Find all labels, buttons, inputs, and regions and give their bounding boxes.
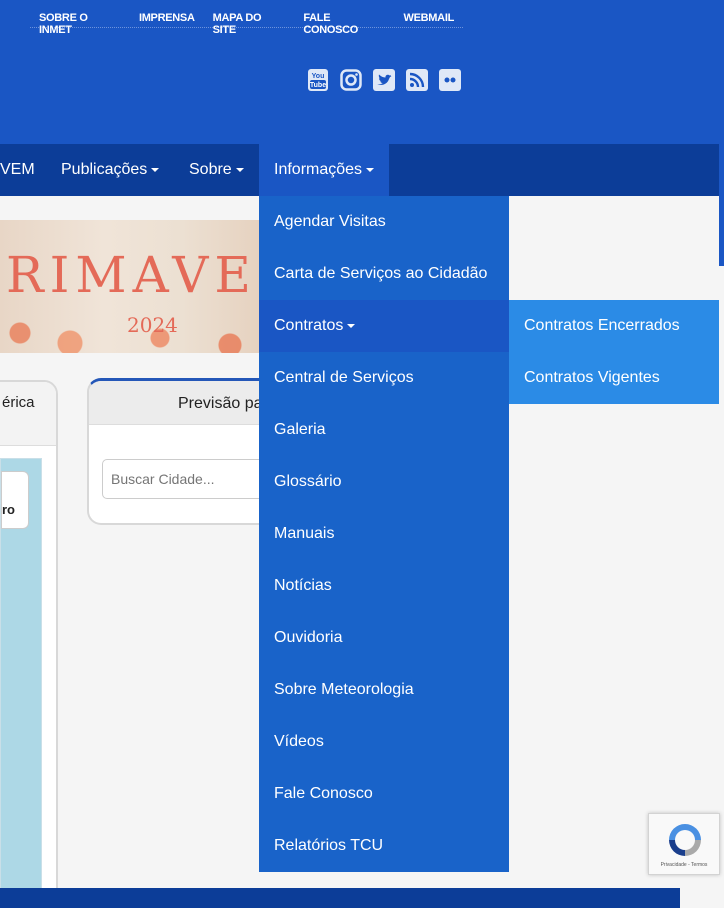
- forecast-card-header: Previsão pa: [89, 381, 285, 425]
- footer-bar: [0, 888, 680, 908]
- menu-item-manuais[interactable]: Manuais: [259, 508, 509, 560]
- menu-item-agendar-visitas[interactable]: Agendar Visitas: [259, 196, 509, 248]
- nav-informacoes[interactable]: Informações: [259, 144, 389, 196]
- nav-item-partial[interactable]: VEM: [0, 144, 35, 196]
- menu-item-central-servicos[interactable]: Central de Serviços: [259, 352, 509, 404]
- forecast-card: Previsão pa: [87, 378, 287, 525]
- banner-year: 2024: [127, 313, 178, 337]
- twitter-icon[interactable]: [373, 69, 395, 91]
- caret-down-icon: [235, 167, 244, 172]
- map-badge[interactable]: ro: [1, 471, 29, 529]
- header-edge: [719, 0, 724, 266]
- map-card-header: érica: [0, 382, 56, 446]
- map-card-title: érica: [2, 394, 35, 411]
- svg-text:Tube: Tube: [310, 82, 326, 89]
- nav-publicacoes[interactable]: Publicações: [61, 144, 160, 196]
- caret-down-icon: [347, 323, 356, 328]
- menu-item-fale-conosco[interactable]: Fale Conosco: [259, 768, 509, 820]
- nav-informacoes-label: Informações: [274, 161, 363, 178]
- nav-sobre-label: Sobre: [189, 161, 232, 178]
- recaptcha-badge[interactable]: Privacidade - Termos: [648, 813, 720, 875]
- nav-publicacoes-label: Publicações: [61, 161, 148, 178]
- flickr-icon[interactable]: [439, 69, 461, 91]
- submenu-item-encerrados[interactable]: Contratos Encerrados: [509, 300, 719, 352]
- banner-title: RIMAVE: [6, 246, 257, 304]
- caret-down-icon: [151, 167, 160, 172]
- top-links: SOBRE O INMET IMPRENSA MAPA DO SITE FALE…: [30, 10, 463, 36]
- top-link-webmail[interactable]: WEBMAIL: [395, 10, 463, 27]
- menu-item-videos[interactable]: Vídeos: [259, 716, 509, 768]
- rss-icon[interactable]: [406, 69, 428, 91]
- main-navbar: VEM Publicações Sobre Informações: [0, 144, 719, 196]
- top-link-fale[interactable]: FALE CONOSCO: [294, 10, 394, 36]
- submenu-item-vigentes[interactable]: Contratos Vigentes: [509, 352, 719, 404]
- season-banner[interactable]: RIMAVE 2024: [0, 220, 259, 353]
- menu-item-contratos-label: Contratos: [274, 317, 344, 334]
- social-icons: You Tube: [307, 69, 461, 91]
- map-badge-label: ro: [2, 502, 15, 517]
- menu-item-sobre-meteorologia[interactable]: Sobre Meteorologia: [259, 664, 509, 716]
- top-link-sobre[interactable]: SOBRE O INMET: [30, 10, 130, 36]
- top-link-mapa[interactable]: MAPA DO SITE: [204, 10, 295, 36]
- menu-item-contratos[interactable]: Contratos: [259, 300, 509, 352]
- instagram-icon[interactable]: [340, 69, 362, 91]
- nav-sobre[interactable]: Sobre: [189, 144, 244, 196]
- youtube-icon[interactable]: You Tube: [307, 69, 329, 91]
- map-card: érica ro: [0, 380, 58, 908]
- map-area[interactable]: ro: [0, 458, 42, 898]
- forecast-card-title: Previsão pa: [178, 395, 263, 412]
- recaptcha-text: Privacidade - Termos: [660, 862, 708, 868]
- menu-item-relatorios-tcu[interactable]: Relatórios TCU: [259, 820, 509, 872]
- site-header: SOBRE O INMET IMPRENSA MAPA DO SITE FALE…: [0, 0, 719, 144]
- svg-text:You: You: [312, 73, 325, 80]
- top-link-imprensa[interactable]: IMPRENSA: [130, 10, 204, 27]
- informacoes-dropdown: Agendar Visitas Carta de Serviços ao Cid…: [259, 196, 509, 872]
- menu-item-galeria[interactable]: Galeria: [259, 404, 509, 456]
- recaptcha-icon: [669, 824, 701, 856]
- menu-item-noticias[interactable]: Notícias: [259, 560, 509, 612]
- menu-item-carta-servicos[interactable]: Carta de Serviços ao Cidadão: [259, 248, 509, 300]
- nav-item-partial-label: VEM: [0, 161, 35, 178]
- contratos-submenu: Contratos Encerrados Contratos Vigentes: [509, 300, 719, 404]
- menu-item-ouvidoria[interactable]: Ouvidoria: [259, 612, 509, 664]
- menu-item-glossario[interactable]: Glossário: [259, 456, 509, 508]
- caret-down-icon: [366, 167, 375, 172]
